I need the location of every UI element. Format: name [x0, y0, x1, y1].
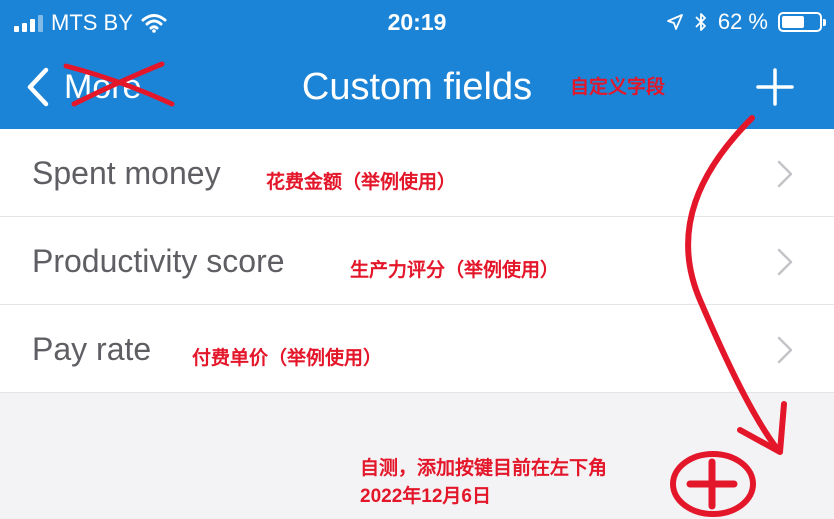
battery-level-fill	[782, 16, 805, 28]
annotation-circle	[670, 451, 756, 517]
plus-icon	[756, 68, 794, 106]
field-label: Productivity score	[32, 243, 285, 279]
annotation-plus-mark	[686, 458, 738, 510]
annotation-note-line-1: 自测，添加按键目前在左下角	[360, 458, 608, 479]
app-header: MTS BY 20:19 62 % More Custom fields 自定义…	[0, 0, 834, 129]
battery-icon	[778, 12, 826, 32]
field-annotation: 花费金额（举例使用）	[266, 172, 457, 193]
chevron-right-icon	[777, 248, 793, 276]
add-field-button[interactable]	[752, 64, 798, 110]
field-annotation: 生产力评分（举例使用）	[350, 260, 560, 281]
annotation-note: 自测，添加按键目前在左下角 2022年12月6日	[360, 455, 607, 511]
annotation-note-line-2: 2022年12月6日	[360, 486, 491, 507]
status-bar: MTS BY 20:19 62 %	[0, 0, 834, 44]
page-title: Custom fields	[301, 66, 533, 108]
field-annotation: 付费单价（举例使用）	[192, 348, 383, 369]
custom-fields-list: Spent money 花费金额（举例使用） Productivity scor…	[0, 129, 834, 393]
annotation-arrowhead	[737, 401, 787, 455]
field-label: Pay rate	[32, 331, 152, 367]
chevron-right-icon	[777, 336, 793, 364]
list-item-pay-rate[interactable]: Pay rate 付费单价（举例使用）	[0, 305, 834, 393]
field-label: Spent money	[32, 155, 221, 191]
title-annotation: 自定义字段	[570, 77, 666, 98]
navigation-bar: More Custom fields 自定义字段	[0, 50, 834, 125]
chevron-right-icon	[777, 160, 793, 188]
list-item-productivity-score[interactable]: Productivity score 生产力评分（举例使用）	[0, 217, 834, 305]
list-item-spent-money[interactable]: Spent money 花费金额（举例使用）	[0, 129, 834, 217]
bluetooth-icon	[695, 13, 706, 31]
battery-percent: 62 %	[717, 9, 768, 34]
location-arrow-icon	[666, 14, 683, 30]
